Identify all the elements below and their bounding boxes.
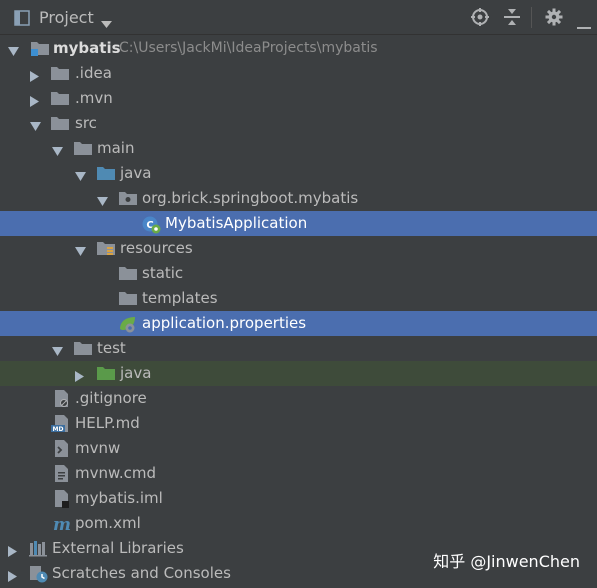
tree-node-test-java[interactable]: java	[0, 361, 597, 386]
node-name: External Libraries	[52, 539, 184, 557]
tree-node-help-md[interactable]: MD HELP.md	[0, 411, 597, 436]
tree-node-package[interactable]: org.brick.springboot.mybatis	[0, 186, 597, 211]
scratches-icon	[29, 564, 49, 588]
tree-node-mvnw[interactable]: mvnw	[0, 436, 597, 461]
package-name: org.brick.springboot.mybatis	[142, 189, 359, 207]
folder-icon	[73, 139, 93, 161]
module-file-icon	[53, 489, 71, 513]
expanded-arrow-icon[interactable]	[75, 243, 86, 261]
hide-icon[interactable]	[577, 16, 591, 34]
collapsed-arrow-icon[interactable]	[30, 68, 40, 86]
view-selector-label[interactable]: Project	[39, 8, 94, 27]
folder-name: java	[120, 364, 152, 382]
collapsed-arrow-icon[interactable]	[75, 368, 85, 386]
tree-node-templates[interactable]: templates	[0, 286, 597, 311]
project-toolwindow-header: Project	[0, 0, 597, 35]
expanded-arrow-icon[interactable]	[52, 343, 63, 361]
tree-node-java[interactable]: java	[0, 161, 597, 186]
project-tree: mybatis C:\Users\JackMi\IdeaProjects\myb…	[0, 36, 597, 586]
tree-node-mybatis-iml[interactable]: mybatis.iml	[0, 486, 597, 511]
shell-script-icon	[53, 439, 71, 463]
collapsed-arrow-icon[interactable]	[30, 93, 40, 111]
file-name: mvnw.cmd	[75, 464, 157, 482]
resources-folder-icon	[96, 239, 116, 261]
tree-node-application-properties[interactable]: application.properties	[0, 311, 597, 336]
file-name: mvnw	[75, 439, 121, 457]
file-name: HELP.md	[75, 414, 140, 432]
file-name: application.properties	[142, 314, 307, 332]
folder-name: resources	[120, 239, 193, 257]
folder-icon	[50, 114, 70, 136]
chevron-down-icon[interactable]	[101, 14, 112, 32]
folder-name: src	[75, 114, 97, 132]
file-name: mybatis.iml	[75, 489, 163, 507]
gear-icon[interactable]	[545, 8, 563, 30]
spring-properties-icon	[118, 314, 138, 338]
folder-icon	[73, 339, 93, 361]
tree-node-mvn[interactable]: .mvn	[0, 86, 597, 111]
folder-icon	[50, 64, 70, 86]
collapsed-arrow-icon[interactable]	[8, 568, 18, 586]
locate-icon[interactable]	[471, 8, 489, 30]
package-icon	[118, 189, 138, 211]
expanded-arrow-icon[interactable]	[30, 118, 41, 136]
file-name: gitignore	[79, 389, 147, 407]
folder-name: main	[97, 139, 135, 157]
spring-boot-class-icon: C	[141, 214, 161, 238]
markdown-file-icon: MD	[51, 414, 71, 438]
ignore-file-icon	[53, 389, 71, 413]
expanded-arrow-icon[interactable]	[97, 193, 108, 211]
project-view-icon	[14, 10, 30, 30]
folder-name: test	[97, 339, 126, 357]
tree-node-mybatis[interactable]: mybatis C:\Users\JackMi\IdeaProjects\myb…	[0, 36, 597, 61]
tree-node-static[interactable]: static	[0, 261, 597, 286]
node-name: Scratches and Consoles	[52, 564, 231, 582]
folder-name: templates	[142, 289, 218, 307]
file-name: MybatisApplication	[165, 214, 308, 232]
tree-node-gitignore[interactable]: .gitignore	[0, 386, 597, 411]
tree-node-pom-xml[interactable]: m pom.xml	[0, 511, 597, 536]
collapsed-arrow-icon[interactable]	[8, 543, 18, 561]
folder-icon	[50, 89, 70, 111]
collapse-all-icon[interactable]	[504, 8, 520, 30]
tree-node-idea[interactable]: .idea	[0, 61, 597, 86]
text-file-icon	[53, 464, 71, 488]
maven-icon: m	[51, 514, 73, 538]
expanded-arrow-icon[interactable]	[75, 168, 86, 186]
tree-node-resources[interactable]: resources	[0, 236, 597, 261]
tree-node-test[interactable]: test	[0, 336, 597, 361]
folder-icon	[118, 289, 138, 311]
watermark: 知乎 @JinwenChen	[433, 552, 580, 571]
expanded-arrow-icon[interactable]	[52, 143, 63, 161]
source-folder-icon	[96, 164, 116, 186]
svg-text:MD: MD	[53, 426, 64, 433]
module-name: mybatis	[53, 39, 121, 57]
test-source-folder-icon	[96, 364, 116, 386]
folder-name: java	[120, 164, 152, 182]
svg-text:m: m	[53, 515, 71, 534]
tree-node-mybatis-application[interactable]: C MybatisApplication	[0, 211, 597, 236]
folder-name: static	[142, 264, 184, 282]
tree-node-src[interactable]: src	[0, 111, 597, 136]
folder-name: mvn	[79, 89, 113, 107]
file-name: pom.xml	[75, 514, 141, 532]
module-path: C:\Users\JackMi\IdeaProjects\mybatis	[119, 40, 378, 56]
tree-node-mvnw-cmd[interactable]: mvnw.cmd	[0, 461, 597, 486]
tree-node-main[interactable]: main	[0, 136, 597, 161]
expanded-arrow-icon[interactable]	[8, 43, 19, 61]
folder-icon	[118, 264, 138, 286]
toolbar-separator	[531, 7, 532, 28]
library-icon	[29, 539, 49, 561]
folder-name: idea	[79, 64, 112, 82]
module-folder-icon	[30, 39, 50, 61]
